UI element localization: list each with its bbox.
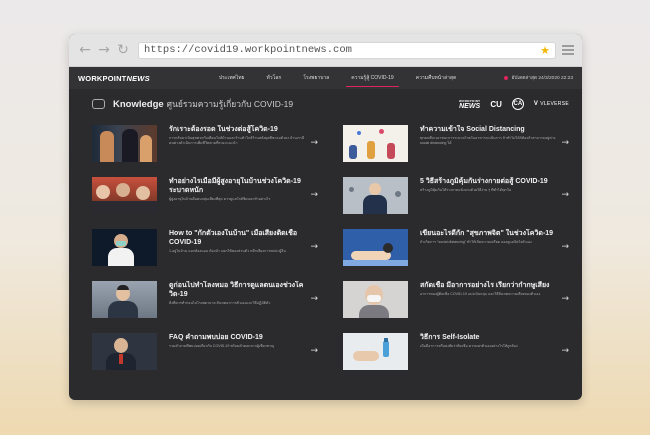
- nav-item-hospitals[interactable]: โรงพยาบาล: [292, 67, 340, 89]
- article-card[interactable]: ทำความเข้าใจ Social Distancing ทุกคนที่จ…: [343, 125, 569, 164]
- article-card[interactable]: 5 วิธีสร้างภูมิคุ้มกันร่างกายต่อสู้ COVI…: [343, 177, 569, 216]
- article-title[interactable]: ดูก่อนไปทำโลงหมอ วิธีการดูแลตนเองช่วงโคว…: [169, 281, 306, 299]
- article-title[interactable]: รักเราะต้องรอด ในช่วงต่อสู้โควิด-19: [169, 125, 306, 134]
- partner-workpoint-big: NEWS: [459, 103, 481, 110]
- nav-item-latest[interactable]: ความคืบหน้าล่าสุด: [405, 67, 467, 89]
- arrow-right-icon[interactable]: →: [557, 125, 569, 148]
- article-text: ทำความเข้าใจ Social Distancing ทุกคนที่จ…: [420, 125, 557, 145]
- article-desc: ทุกคนที่จะเอาชนะการระบาดโรคในอาหารจะเป็น…: [420, 136, 556, 145]
- site-nav: ประเทศไทย ทั่วโลก โรงพยาบาล ความรู้สู้ C…: [208, 67, 504, 89]
- article-title[interactable]: วิธีการ Self-Isolate: [420, 333, 557, 342]
- article-desc: เมื่อมีอาการหรือสงสัยว่าติดเชื้อ ควรแยกต…: [420, 344, 518, 348]
- article-title[interactable]: FAQ คำถามพบบ่อย COVID-19: [169, 333, 306, 342]
- article-title[interactable]: สกัดเชื้อ มีอาการอย่างไร เรียกว่ากำกษูเส…: [420, 281, 557, 290]
- arrow-right-icon[interactable]: →: [306, 333, 318, 356]
- article-thumbnail[interactable]: [343, 229, 408, 266]
- arrow-right-icon[interactable]: →: [557, 281, 569, 304]
- article-desc: 1.อยู่ในบ้าน แยกห้องนอน ห้องน้ำ แยกใช้ขอ…: [169, 249, 286, 253]
- article-text: ทำอย่างไรเมื่อมีผู้สูงอายุในบ้านช่วงโควิ…: [169, 177, 306, 202]
- logo-main-text: WORKPOINT: [78, 73, 127, 83]
- nav-item-knowledge[interactable]: ความรู้สู้ COVID-19: [340, 67, 404, 89]
- address-bar[interactable]: https://covid19.workpointnews.com ★: [138, 41, 556, 59]
- nav-item-thailand[interactable]: ประเทศไทย: [208, 67, 255, 89]
- site-header: WORKPOINTNEWS ประเทศไทย ทั่วโลก โรงพยาบา…: [69, 67, 582, 89]
- article-thumbnail[interactable]: [343, 125, 408, 162]
- last-update-text: อัปเดตล่าสุด 24/3/2020 22:23: [511, 76, 573, 81]
- chat-bubble-icon: [92, 99, 105, 109]
- arrow-right-icon[interactable]: →: [306, 281, 318, 304]
- article-card[interactable]: รักเราะต้องรอด ในช่วงต่อสู้โควิด-19 การก…: [92, 125, 318, 164]
- last-update: อัปเดตล่าสุด 24/3/2020 22:23: [503, 74, 573, 82]
- partner-logo-workpoint: WORKPOINT NEWS: [459, 98, 480, 110]
- article-desc: สิ่งที่ควรทำก่อนไปโรงพยาบาล สังเกตอาการต…: [169, 301, 271, 305]
- article-desc: รวมคำถามที่พบบ่อยเกี่ยวกับ COVID-19 พร้อ…: [169, 344, 275, 348]
- article-thumbnail[interactable]: [343, 177, 408, 214]
- bookmark-star-icon[interactable]: ★: [540, 44, 550, 57]
- article-grid: รักเราะต้องรอด ในช่วงต่อสู้โควิด-19 การก…: [92, 125, 569, 372]
- url-text[interactable]: https://covid19.workpointnews.com: [144, 44, 540, 56]
- article-thumbnail[interactable]: [92, 333, 157, 370]
- arrow-right-icon[interactable]: →: [557, 333, 569, 356]
- article-title[interactable]: 5 วิธีสร้างภูมิคุ้มกันร่างกายต่อสู้ COVI…: [420, 177, 557, 186]
- live-dot-icon: [503, 76, 508, 80]
- article-thumbnail[interactable]: [92, 125, 157, 162]
- article-desc: ถ้าเกิดการ "social distancing" ทำให้เกิด…: [420, 240, 532, 244]
- article-text: FAQ คำถามพบบ่อย COVID-19 รวมคำถามที่พบบ่…: [169, 333, 306, 349]
- browser-toolbar: ← → ↻ https://covid19.workpointnews.com …: [69, 34, 582, 67]
- article-card[interactable]: สกัดเชื้อ มีอาการอย่างไร เรียกว่ากำกษูเส…: [343, 281, 569, 320]
- article-title[interactable]: เขียนอะไรดีกัก "สุขภาพจิต" ในช่วงโควิด-1…: [420, 229, 557, 238]
- hamburger-menu-icon[interactable]: [562, 45, 574, 55]
- logo-em-text: NEWS: [126, 73, 150, 83]
- back-arrow-icon[interactable]: ←: [77, 42, 93, 58]
- article-text: เขียนอะไรดีกัก "สุขภาพจิต" ในช่วงโควิด-1…: [420, 229, 557, 245]
- knowledge-subtitle: ศูนย์รวมความรู้เกี่ยวกับ COVID-19: [166, 99, 294, 109]
- article-title[interactable]: ทำความเข้าใจ Social Distancing: [420, 125, 557, 134]
- article-desc: สร้างภูมิคุ้มกันให้ร่างกายแข็งแรงด้วยวิธ…: [420, 188, 512, 192]
- article-thumbnail[interactable]: [343, 333, 408, 370]
- article-desc: อาการของผู้ติดเชื้อ COVID-19 แบ่งเป็นกลุ…: [420, 292, 541, 296]
- article-card[interactable]: ดูก่อนไปทำโลงหมอ วิธีการดูแลตนเองช่วงโคว…: [92, 281, 318, 320]
- partner-logo-vleverse: V VLEVERSE: [533, 101, 569, 107]
- article-text: How to "กักตัวเองในบ้าน" เมื่อเสี่ยงติดเ…: [169, 229, 306, 254]
- knowledge-title: Knowledge: [113, 98, 164, 110]
- nav-item-global[interactable]: ทั่วโลก: [255, 67, 292, 89]
- article-card[interactable]: เขียนอะไรดีกัก "สุขภาพจิต" ในช่วงโควิด-1…: [343, 229, 569, 268]
- arrow-right-icon[interactable]: →: [306, 125, 318, 148]
- main-content: Knowledge ศูนย์รวมความรู้เกี่ยวกับ COVID…: [69, 89, 582, 372]
- article-desc: ผู้สูงอายุในบ้านคือคนกลุ่มเสี่ยงที่สุด ค…: [169, 197, 271, 201]
- reload-icon[interactable]: ↻: [115, 42, 131, 58]
- arrow-right-icon[interactable]: →: [306, 177, 318, 200]
- article-text: สกัดเชื้อ มีอาการอย่างไร เรียกว่ากำกษูเส…: [420, 281, 557, 297]
- article-text: วิธีการ Self-Isolate เมื่อมีอาการหรือสงส…: [420, 333, 557, 349]
- article-text: ดูก่อนไปทำโลงหมอ วิธีการดูแลตนเองช่วงโคว…: [169, 281, 306, 306]
- article-thumbnail[interactable]: [92, 177, 157, 214]
- article-thumbnail[interactable]: [92, 281, 157, 318]
- article-title[interactable]: ทำอย่างไรเมื่อมีผู้สูงอายุในบ้านช่วงโควิ…: [169, 177, 306, 195]
- article-text: รักเราะต้องรอด ในช่วงต่อสู้โควิด-19 การก…: [169, 125, 306, 145]
- knowledge-header: Knowledge ศูนย์รวมความรู้เกี่ยวกับ COVID…: [92, 95, 569, 113]
- arrow-right-icon[interactable]: →: [306, 229, 318, 252]
- partner-logo-ca: CA: [511, 98, 524, 110]
- article-card[interactable]: FAQ คำถามพบบ่อย COVID-19 รวมคำถามที่พบบ่…: [92, 333, 318, 372]
- article-thumbnail[interactable]: [92, 229, 157, 266]
- arrow-right-icon[interactable]: →: [557, 177, 569, 200]
- article-title[interactable]: How to "กักตัวเองในบ้าน" เมื่อเสี่ยงติดเ…: [169, 229, 306, 247]
- arrow-right-icon[interactable]: →: [557, 229, 569, 252]
- partner-vleverse-text: VLEVERSE: [540, 101, 569, 107]
- article-text: 5 วิธีสร้างภูมิคุ้มกันร่างกายต่อสู้ COVI…: [420, 177, 557, 193]
- forward-arrow-icon[interactable]: →: [96, 42, 112, 58]
- browser-window: ← → ↻ https://covid19.workpointnews.com …: [69, 34, 582, 400]
- site-logo[interactable]: WORKPOINTNEWS: [78, 74, 208, 83]
- article-card[interactable]: How to "กักตัวเองในบ้าน" เมื่อเสี่ยงติดเ…: [92, 229, 318, 268]
- article-card[interactable]: ทำอย่างไรเมื่อมีผู้สูงอายุในบ้านช่วงโควิ…: [92, 177, 318, 216]
- article-desc: การกลับมาเป็นสุขพวกกับเพื่อนใกล้บ้านและร…: [169, 136, 305, 145]
- article-card[interactable]: วิธีการ Self-Isolate เมื่อมีอาการหรือสงส…: [343, 333, 569, 372]
- partner-logos: WORKPOINT NEWS CU CA V VLEVERSE: [459, 98, 569, 110]
- article-thumbnail[interactable]: [343, 281, 408, 318]
- partner-logo-cu: CU: [490, 99, 502, 109]
